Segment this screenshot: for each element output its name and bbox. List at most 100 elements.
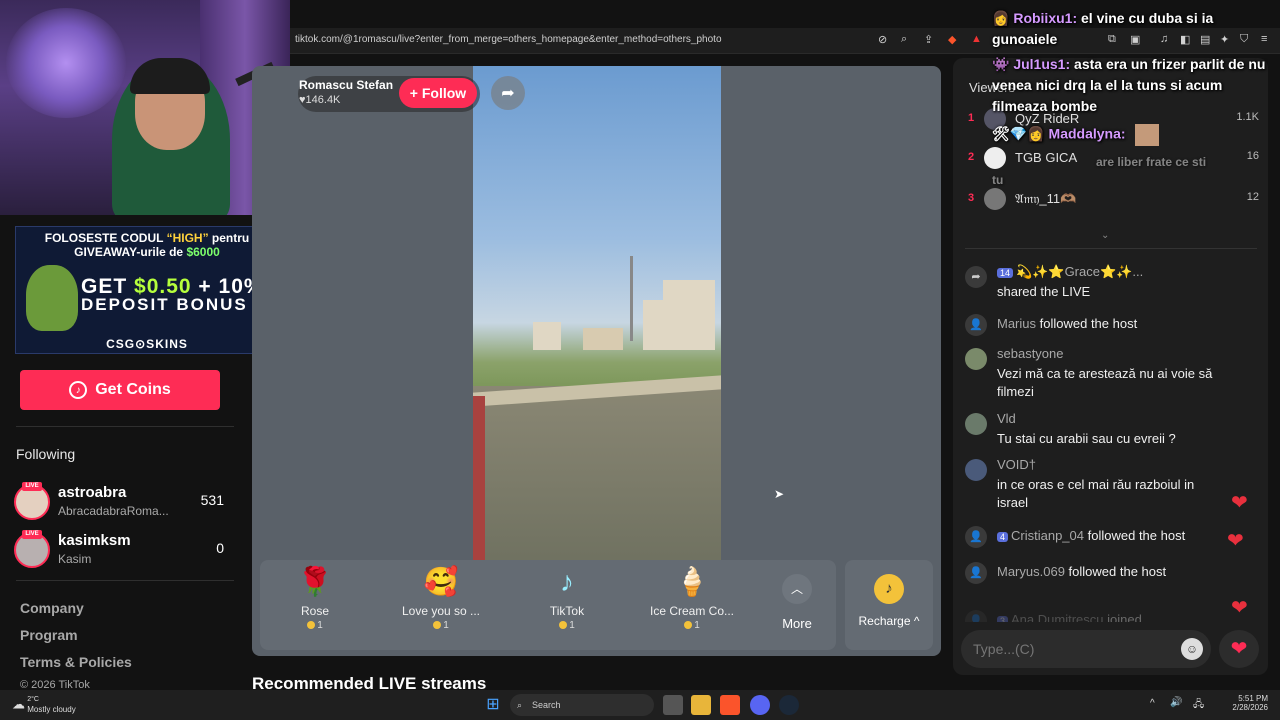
- overlay-chat-3: 🛠💎👩 Maddalyna:: [992, 124, 1160, 146]
- clock[interactable]: 5:51 PM 2/28/2026: [1232, 694, 1268, 712]
- avatar: [965, 348, 987, 370]
- browser-tabstrip: [288, 0, 988, 28]
- building: [663, 280, 715, 350]
- gift-price: 1: [265, 620, 365, 631]
- footer-link-company[interactable]: Company: [20, 600, 84, 616]
- get-coins-button[interactable]: ♪ Get Coins: [20, 370, 220, 410]
- viewer-row[interactable]: 3 𝔄𝔪𝔶_11🫶🏽 12: [963, 188, 1263, 212]
- overlay-chat-ghost-2: tu: [992, 173, 1004, 187]
- share-page-icon[interactable]: ⇪: [924, 33, 933, 46]
- gift-rose[interactable]: 🌹 Rose 1: [265, 564, 365, 644]
- user-badge-icon: 👾: [992, 56, 1010, 72]
- viewer-count: 0: [216, 540, 224, 556]
- viewer-name: 𝔄𝔪𝔶_11🫶🏽: [1015, 191, 1077, 206]
- overlay-chat-ghost: are liber frate ce sti: [1096, 155, 1207, 169]
- chat-user: Vld: [997, 411, 1016, 426]
- ground: [473, 386, 721, 560]
- following-name: kasimksm: [58, 532, 131, 549]
- brave-rewards-icon[interactable]: ▲: [971, 33, 982, 45]
- steam-icon[interactable]: [779, 695, 799, 715]
- recharge-button[interactable]: ♪ Recharge ^: [845, 560, 933, 650]
- more-gifts-button[interactable]: ︿ More: [772, 570, 822, 640]
- date: 2/28/2026: [1232, 703, 1268, 712]
- chevron-up-icon: ︿: [782, 574, 812, 604]
- reader-icon[interactable]: ⊘: [878, 33, 887, 46]
- share-icon: ➦: [965, 266, 987, 288]
- like-heart-button[interactable]: ❤: [1219, 630, 1259, 668]
- ad-line-2: GIVEAWAY-urile de $6000: [74, 245, 220, 259]
- weather-widget[interactable]: ☁ 2°C Mostly cloudy: [12, 694, 76, 715]
- ad-line-1: FOLOSESTE CODUL “HIGH” pentru: [44, 231, 250, 245]
- ad-brand: CSG⊙SKINS: [106, 337, 188, 351]
- sidebar-divider: [16, 426, 234, 427]
- live-video[interactable]: [473, 66, 721, 560]
- viewer-score: 16: [1246, 150, 1259, 162]
- gift-price: 1: [391, 620, 491, 631]
- discord-icon[interactable]: [750, 695, 770, 715]
- emoji-icon[interactable]: ☺: [1181, 638, 1203, 660]
- volume-icon[interactable]: 🔊: [1170, 697, 1182, 708]
- follow-button[interactable]: + Follow: [399, 78, 477, 108]
- gift-love-you[interactable]: 🥰 Love you so ... 1: [391, 564, 491, 644]
- brave-browser-icon[interactable]: [720, 695, 740, 715]
- avatar: [984, 188, 1006, 210]
- heart-icon: ❤: [1231, 492, 1248, 514]
- share-icon[interactable]: ➦: [491, 76, 525, 110]
- gift-ice-cream[interactable]: 🍦 Ice Cream Co... 1: [642, 564, 742, 644]
- gift-name: Love you so ...: [401, 604, 481, 618]
- zoom-icon[interactable]: ⌕: [901, 33, 907, 46]
- host-name[interactable]: Romascu Stefan: [299, 78, 393, 92]
- chevron-down-icon[interactable]: ⌄: [1101, 230, 1109, 241]
- recharge-label: Recharge ^: [858, 614, 920, 628]
- viewer-name: TGB GICA: [1015, 150, 1078, 165]
- chat-item-join: 👤 3 Ana Dumitrescu joined: [965, 610, 1263, 622]
- following-item-kasimksm[interactable]: LIVE kasimksm Kasim 0: [14, 530, 234, 572]
- chat-input-box[interactable]: [961, 630, 1211, 668]
- chat-text: in ce oras e cel mai rău razboiul in isr…: [997, 477, 1195, 510]
- gift-name: TikTok: [549, 604, 585, 618]
- chat-user: 4 Cristianp_04 followed the host: [997, 528, 1185, 543]
- overlay-chat-2: 👾 Jul1us1: asta era un frizer parlit de …: [992, 56, 1266, 114]
- get-coins-label: Get Coins: [95, 381, 171, 398]
- live-chat-panel: Viewers 1 QyZ RideR 1.1K 2 TGB GICA 16 3…: [953, 58, 1268, 675]
- start-icon[interactable]: ⊞: [483, 695, 503, 715]
- lamp-glow: [6, 8, 126, 118]
- live-badge: LIVE: [22, 482, 42, 491]
- rose-icon: 🌹: [297, 566, 333, 597]
- more-label: More: [782, 616, 812, 631]
- avatar: [965, 459, 987, 481]
- tray-chevron-icon[interactable]: ^: [1150, 698, 1155, 709]
- chat-user: 14 💫✨⭐Grace⭐✨...: [997, 264, 1143, 280]
- gift-tiktok[interactable]: ♪ TikTok 1: [517, 564, 617, 644]
- file-explorer-icon[interactable]: [691, 695, 711, 715]
- viewer-count: 531: [200, 492, 224, 508]
- taskbar-search[interactable]: ⌕ Search: [510, 694, 654, 716]
- footer-link-program[interactable]: Program: [20, 627, 78, 643]
- network-icon[interactable]: 🖧: [1193, 697, 1204, 714]
- user-icon: 👤: [965, 314, 987, 336]
- webcam-overlay: [0, 0, 290, 215]
- screen: tiktok.com/@1romascu/live?enter_from_mer…: [0, 0, 1280, 720]
- footer-link-terms[interactable]: Terms & Policies: [20, 654, 132, 670]
- chat-user: VOID†: [997, 457, 1037, 472]
- temperature: 2°C: [27, 696, 39, 703]
- chat-user: Maryus.069 followed the host: [997, 564, 1167, 579]
- viewer-rank: 2: [968, 151, 975, 163]
- following-name: astroabra: [58, 484, 127, 501]
- tiktok-coin-icon: ♪: [874, 574, 904, 604]
- task-view-icon[interactable]: [663, 695, 683, 715]
- chat-input[interactable]: [973, 630, 1163, 668]
- cat-emote-icon: [1135, 124, 1160, 146]
- love-you-icon: 🥰: [423, 566, 459, 597]
- live-player[interactable]: Romascu Stefan ♥146.4K + Follow ➦ ➤ 🌹 Ro…: [252, 66, 941, 656]
- chat-user: sebastyone: [997, 346, 1064, 361]
- brave-shield-icon[interactable]: ◆: [948, 33, 956, 46]
- viewer-rank: 3: [968, 192, 975, 204]
- user-badge-icon: 👩: [992, 10, 1010, 26]
- ad-deposit-bonus: DEPOSIT BONUS: [81, 295, 248, 314]
- sidebar-divider: [16, 580, 234, 581]
- url-text[interactable]: tiktok.com/@1romascu/live?enter_from_mer…: [295, 34, 722, 45]
- avatar: [984, 147, 1006, 169]
- following-item-astroabra[interactable]: LIVE astroabra AbracadabraRoma... 531: [14, 482, 234, 524]
- ad-mascot: [26, 265, 78, 331]
